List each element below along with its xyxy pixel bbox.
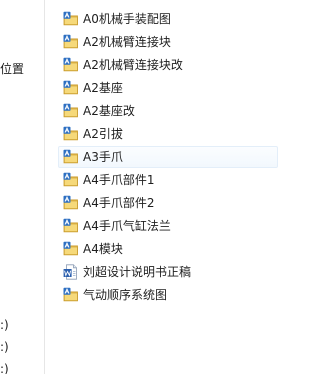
file-list-item[interactable]: A4手爪气缸法兰 bbox=[58, 215, 278, 237]
file-list: A0机械手装配图 A2机械臂连接块 A2机械臂连接块改 A2基座 A2基座改 A… bbox=[58, 8, 278, 307]
folder-assembly-icon bbox=[63, 126, 79, 142]
navigation-pane: 位置 :) :) :) bbox=[0, 0, 44, 374]
nav-item-drive-2[interactable]: :) bbox=[0, 340, 9, 354]
folder-assembly-icon bbox=[63, 80, 79, 96]
folder-assembly-icon bbox=[63, 34, 79, 50]
nav-item-drive-1[interactable]: :) bbox=[0, 318, 9, 332]
file-name: A0机械手装配图 bbox=[83, 12, 171, 26]
folder-assembly-icon bbox=[63, 57, 79, 73]
nav-item-drive-3[interactable]: :) bbox=[0, 362, 9, 374]
file-list-item[interactable]: A4模块 bbox=[58, 238, 278, 260]
folder-assembly-icon bbox=[63, 195, 79, 211]
file-name: 刘超设计说明书正稿 bbox=[83, 265, 192, 279]
folder-assembly-icon bbox=[63, 103, 79, 119]
pane-splitter[interactable] bbox=[44, 0, 45, 374]
folder-assembly-icon bbox=[63, 287, 79, 303]
file-name: A4手爪部件1 bbox=[83, 173, 155, 187]
file-list-item[interactable]: A2机械臂连接块 bbox=[58, 31, 278, 53]
folder-assembly-icon bbox=[63, 11, 79, 27]
file-list-item[interactable]: A2引拔 bbox=[58, 123, 278, 145]
file-list-item[interactable]: 气动顺序系统图 bbox=[58, 284, 278, 306]
file-name: A2引拔 bbox=[83, 127, 123, 141]
file-list-item[interactable]: A2机械臂连接块改 bbox=[58, 54, 278, 76]
file-list-item[interactable]: A2基座改 bbox=[58, 100, 278, 122]
file-name: A4模块 bbox=[83, 242, 123, 256]
folder-assembly-icon bbox=[63, 149, 79, 165]
file-name: A3手爪 bbox=[83, 150, 123, 164]
word-document-icon bbox=[63, 264, 79, 280]
file-list-item[interactable]: A4手爪部件2 bbox=[58, 192, 278, 214]
folder-assembly-icon bbox=[63, 172, 79, 188]
nav-item-location[interactable]: 位置 bbox=[0, 62, 24, 76]
file-name: A4手爪气缸法兰 bbox=[83, 219, 171, 233]
folder-assembly-icon bbox=[63, 241, 79, 257]
file-list-item[interactable]: A4手爪部件1 bbox=[58, 169, 278, 191]
file-list-item[interactable]: A0机械手装配图 bbox=[58, 8, 278, 30]
file-name: 气动顺序系统图 bbox=[83, 288, 168, 302]
file-name: A2机械臂连接块改 bbox=[83, 58, 183, 72]
folder-assembly-icon bbox=[63, 218, 79, 234]
file-list-item[interactable]: A3手爪 bbox=[58, 146, 278, 168]
file-list-item[interactable]: A2基座 bbox=[58, 77, 278, 99]
file-name: A2基座改 bbox=[83, 104, 135, 118]
file-name: A2基座 bbox=[83, 81, 123, 95]
file-name: A2机械臂连接块 bbox=[83, 35, 171, 49]
file-list-item[interactable]: 刘超设计说明书正稿 bbox=[58, 261, 278, 283]
file-name: A4手爪部件2 bbox=[83, 196, 155, 210]
